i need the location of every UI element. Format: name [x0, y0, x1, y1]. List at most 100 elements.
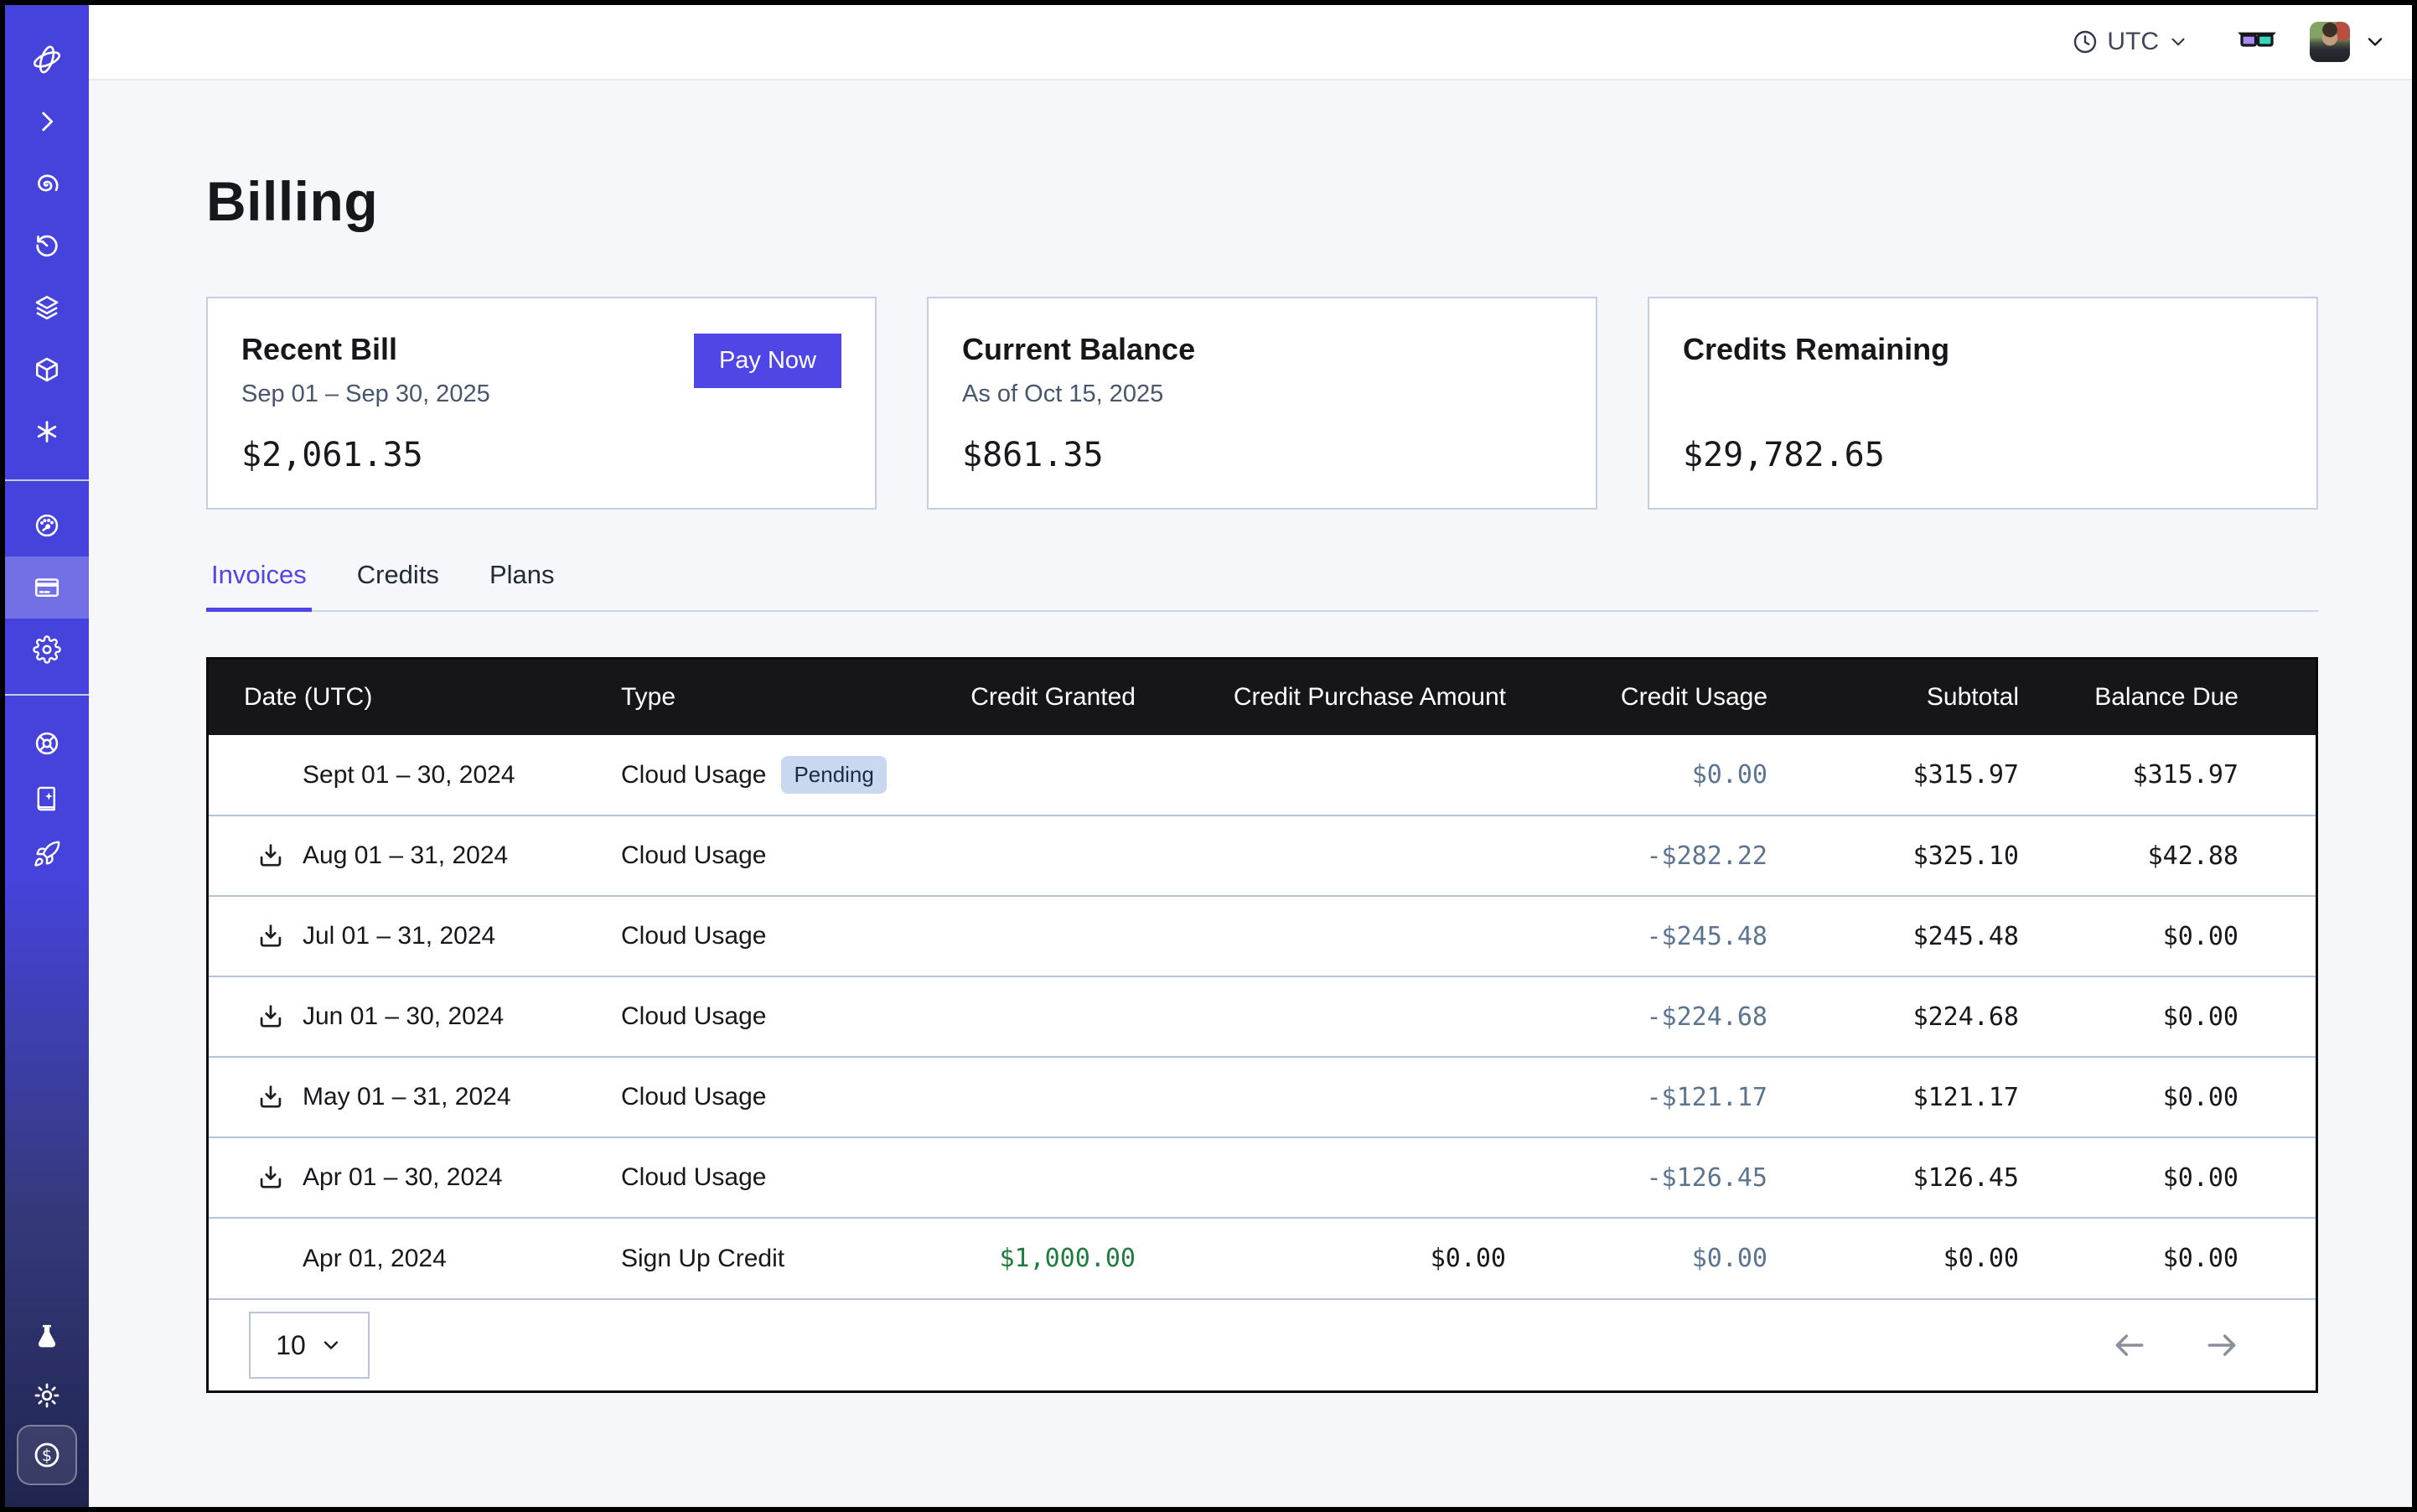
invoice-date: Jul 01 – 31, 2024 [303, 922, 495, 950]
table-pagination: 10 [209, 1298, 2316, 1390]
subtotal-value: $126.45 [1767, 1137, 2019, 1218]
invoice-type: Cloud Usage [621, 1002, 766, 1031]
cube-icon[interactable] [5, 339, 89, 401]
tab-plans[interactable]: Plans [484, 560, 560, 610]
col-date: Date (UTC) [209, 660, 621, 735]
balance-due-value: $0.00 [2019, 1057, 2316, 1137]
table-header: Date (UTC) Type Credit Granted Credit Pu… [209, 660, 2316, 735]
credit-purchase-value [1136, 1137, 1506, 1218]
account-menu-chevron-icon[interactable] [2363, 30, 2387, 54]
clock-icon [2072, 28, 2099, 55]
chevron-down-icon [319, 1333, 343, 1357]
svg-text:$: $ [42, 1446, 52, 1465]
subtotal-value: $315.97 [1767, 735, 2019, 816]
card-subtitle: As of Oct 15, 2025 [962, 381, 1562, 409]
invoice-type: Cloud Usage [621, 1083, 766, 1111]
invoice-date: May 01 – 31, 2024 [303, 1083, 511, 1111]
pay-now-button[interactable]: Pay Now [694, 334, 841, 388]
col-type: Type [621, 660, 889, 735]
sidebar-item-billing[interactable] [5, 557, 89, 619]
credit-purchase-value [1136, 896, 1506, 976]
previous-page-arrow-icon[interactable] [2111, 1327, 2148, 1364]
sun-icon[interactable] [5, 1366, 89, 1425]
subtotal-value: $121.17 [1767, 1057, 2019, 1137]
timezone-label: UTC [2107, 28, 2159, 56]
credits-badge-button[interactable]: $ [17, 1425, 77, 1485]
invoice-type: Sign Up Credit [621, 1245, 784, 1273]
credit-usage-value: -$282.22 [1506, 816, 1767, 896]
balance-due-value: $315.97 [2019, 735, 2316, 816]
download-invoice-icon[interactable] [256, 841, 286, 871]
invoice-date: Jun 01 – 30, 2024 [303, 1002, 504, 1031]
download-invoice-icon[interactable] [256, 1082, 286, 1112]
credits-remaining-card: Credits Remaining $29,782.65 [1648, 297, 2318, 510]
card-title: Current Balance [962, 332, 1562, 367]
book-sparkle-icon[interactable] [5, 771, 89, 826]
gauge-icon[interactable] [5, 495, 89, 557]
sidebar-group-help [5, 716, 89, 882]
rocket-icon[interactable] [5, 826, 89, 882]
col-credit-granted: Credit Granted [889, 660, 1136, 735]
wheel-icon[interactable] [5, 716, 89, 771]
layers-icon[interactable] [5, 277, 89, 339]
invoice-type: Cloud Usage [621, 922, 766, 950]
page-size-select[interactable]: 10 [249, 1312, 370, 1379]
credit-usage-value: -$126.45 [1506, 1137, 1767, 1218]
invoice-date: Apr 01 – 30, 2024 [303, 1163, 503, 1192]
download-invoice-icon[interactable] [256, 1162, 286, 1193]
user-avatar[interactable] [2310, 22, 2350, 62]
col-balance-due: Balance Due [2019, 660, 2316, 735]
sidebar-divider [5, 479, 89, 481]
col-credit-purchase-amount: Credit Purchase Amount [1136, 660, 1506, 735]
credit-purchase-value [1136, 976, 1506, 1057]
billing-tabs: Invoices Credits Plans [206, 560, 2318, 612]
app-logo-icon[interactable] [5, 28, 89, 91]
app-window: $ UTC [0, 0, 2417, 1512]
gear-icon[interactable] [5, 619, 89, 681]
subtotal-value: $0.00 [1767, 1218, 2019, 1298]
table-row: Apr 01, 2024 Sign Up Credit $1,000.00 $0… [209, 1218, 2316, 1298]
table-row: Jul 01 – 31, 2024 Cloud Usage -$245.48 $… [209, 896, 2316, 976]
icon-slot [256, 1244, 286, 1274]
credit-granted-value [889, 976, 1136, 1057]
credit-purchase-value [1136, 816, 1506, 896]
credit-usage-value: -$245.48 [1506, 896, 1767, 976]
download-invoice-icon[interactable] [256, 1002, 286, 1032]
credit-granted-value [889, 816, 1136, 896]
tab-credits[interactable]: Credits [352, 560, 444, 610]
chevron-right-icon[interactable] [5, 91, 89, 153]
page-size-value: 10 [276, 1330, 306, 1361]
icon-slot [256, 760, 286, 790]
subtotal-value: $224.68 [1767, 976, 2019, 1057]
credit-usage-value: -$121.17 [1506, 1057, 1767, 1137]
timezone-selector[interactable]: UTC [2072, 28, 2189, 56]
current-balance-card: Current Balance As of Oct 15, 2025 $861.… [927, 297, 1597, 510]
balance-due-value: $0.00 [2019, 1137, 2316, 1218]
balance-due-value: $0.00 [2019, 896, 2316, 976]
next-page-arrow-icon[interactable] [2203, 1327, 2240, 1364]
topbar: UTC [89, 5, 2412, 80]
current-balance-amount: $861.35 [962, 436, 1562, 474]
sidebar: $ [5, 5, 89, 1507]
asterisk-icon[interactable] [5, 401, 89, 463]
credit-granted-value [889, 1137, 1136, 1218]
subtotal-value: $245.48 [1767, 896, 2019, 976]
credit-granted-value [889, 1057, 1136, 1137]
credit-purchase-value [1136, 1057, 1506, 1137]
col-subtotal: Subtotal [1767, 660, 2019, 735]
invoice-date: Apr 01, 2024 [303, 1245, 447, 1273]
flask-icon[interactable] [5, 1307, 89, 1366]
credit-purchase-value: $0.00 [1136, 1218, 1506, 1298]
table-row: Sept 01 – 30, 2024 Cloud UsagePending $0… [209, 735, 2316, 816]
sidebar-spacer [5, 882, 89, 1307]
3d-glasses-icon[interactable] [2238, 23, 2276, 61]
credit-purchase-value [1136, 735, 1506, 816]
credit-granted-value [889, 896, 1136, 976]
credit-usage-value: $0.00 [1506, 735, 1767, 816]
invoice-date: Aug 01 – 31, 2024 [303, 841, 508, 870]
history-clock-icon[interactable] [5, 215, 89, 277]
spiral-icon[interactable] [5, 153, 89, 215]
tab-invoices[interactable]: Invoices [206, 560, 312, 610]
download-invoice-icon[interactable] [256, 921, 286, 951]
col-credit-usage: Credit Usage [1506, 660, 1767, 735]
